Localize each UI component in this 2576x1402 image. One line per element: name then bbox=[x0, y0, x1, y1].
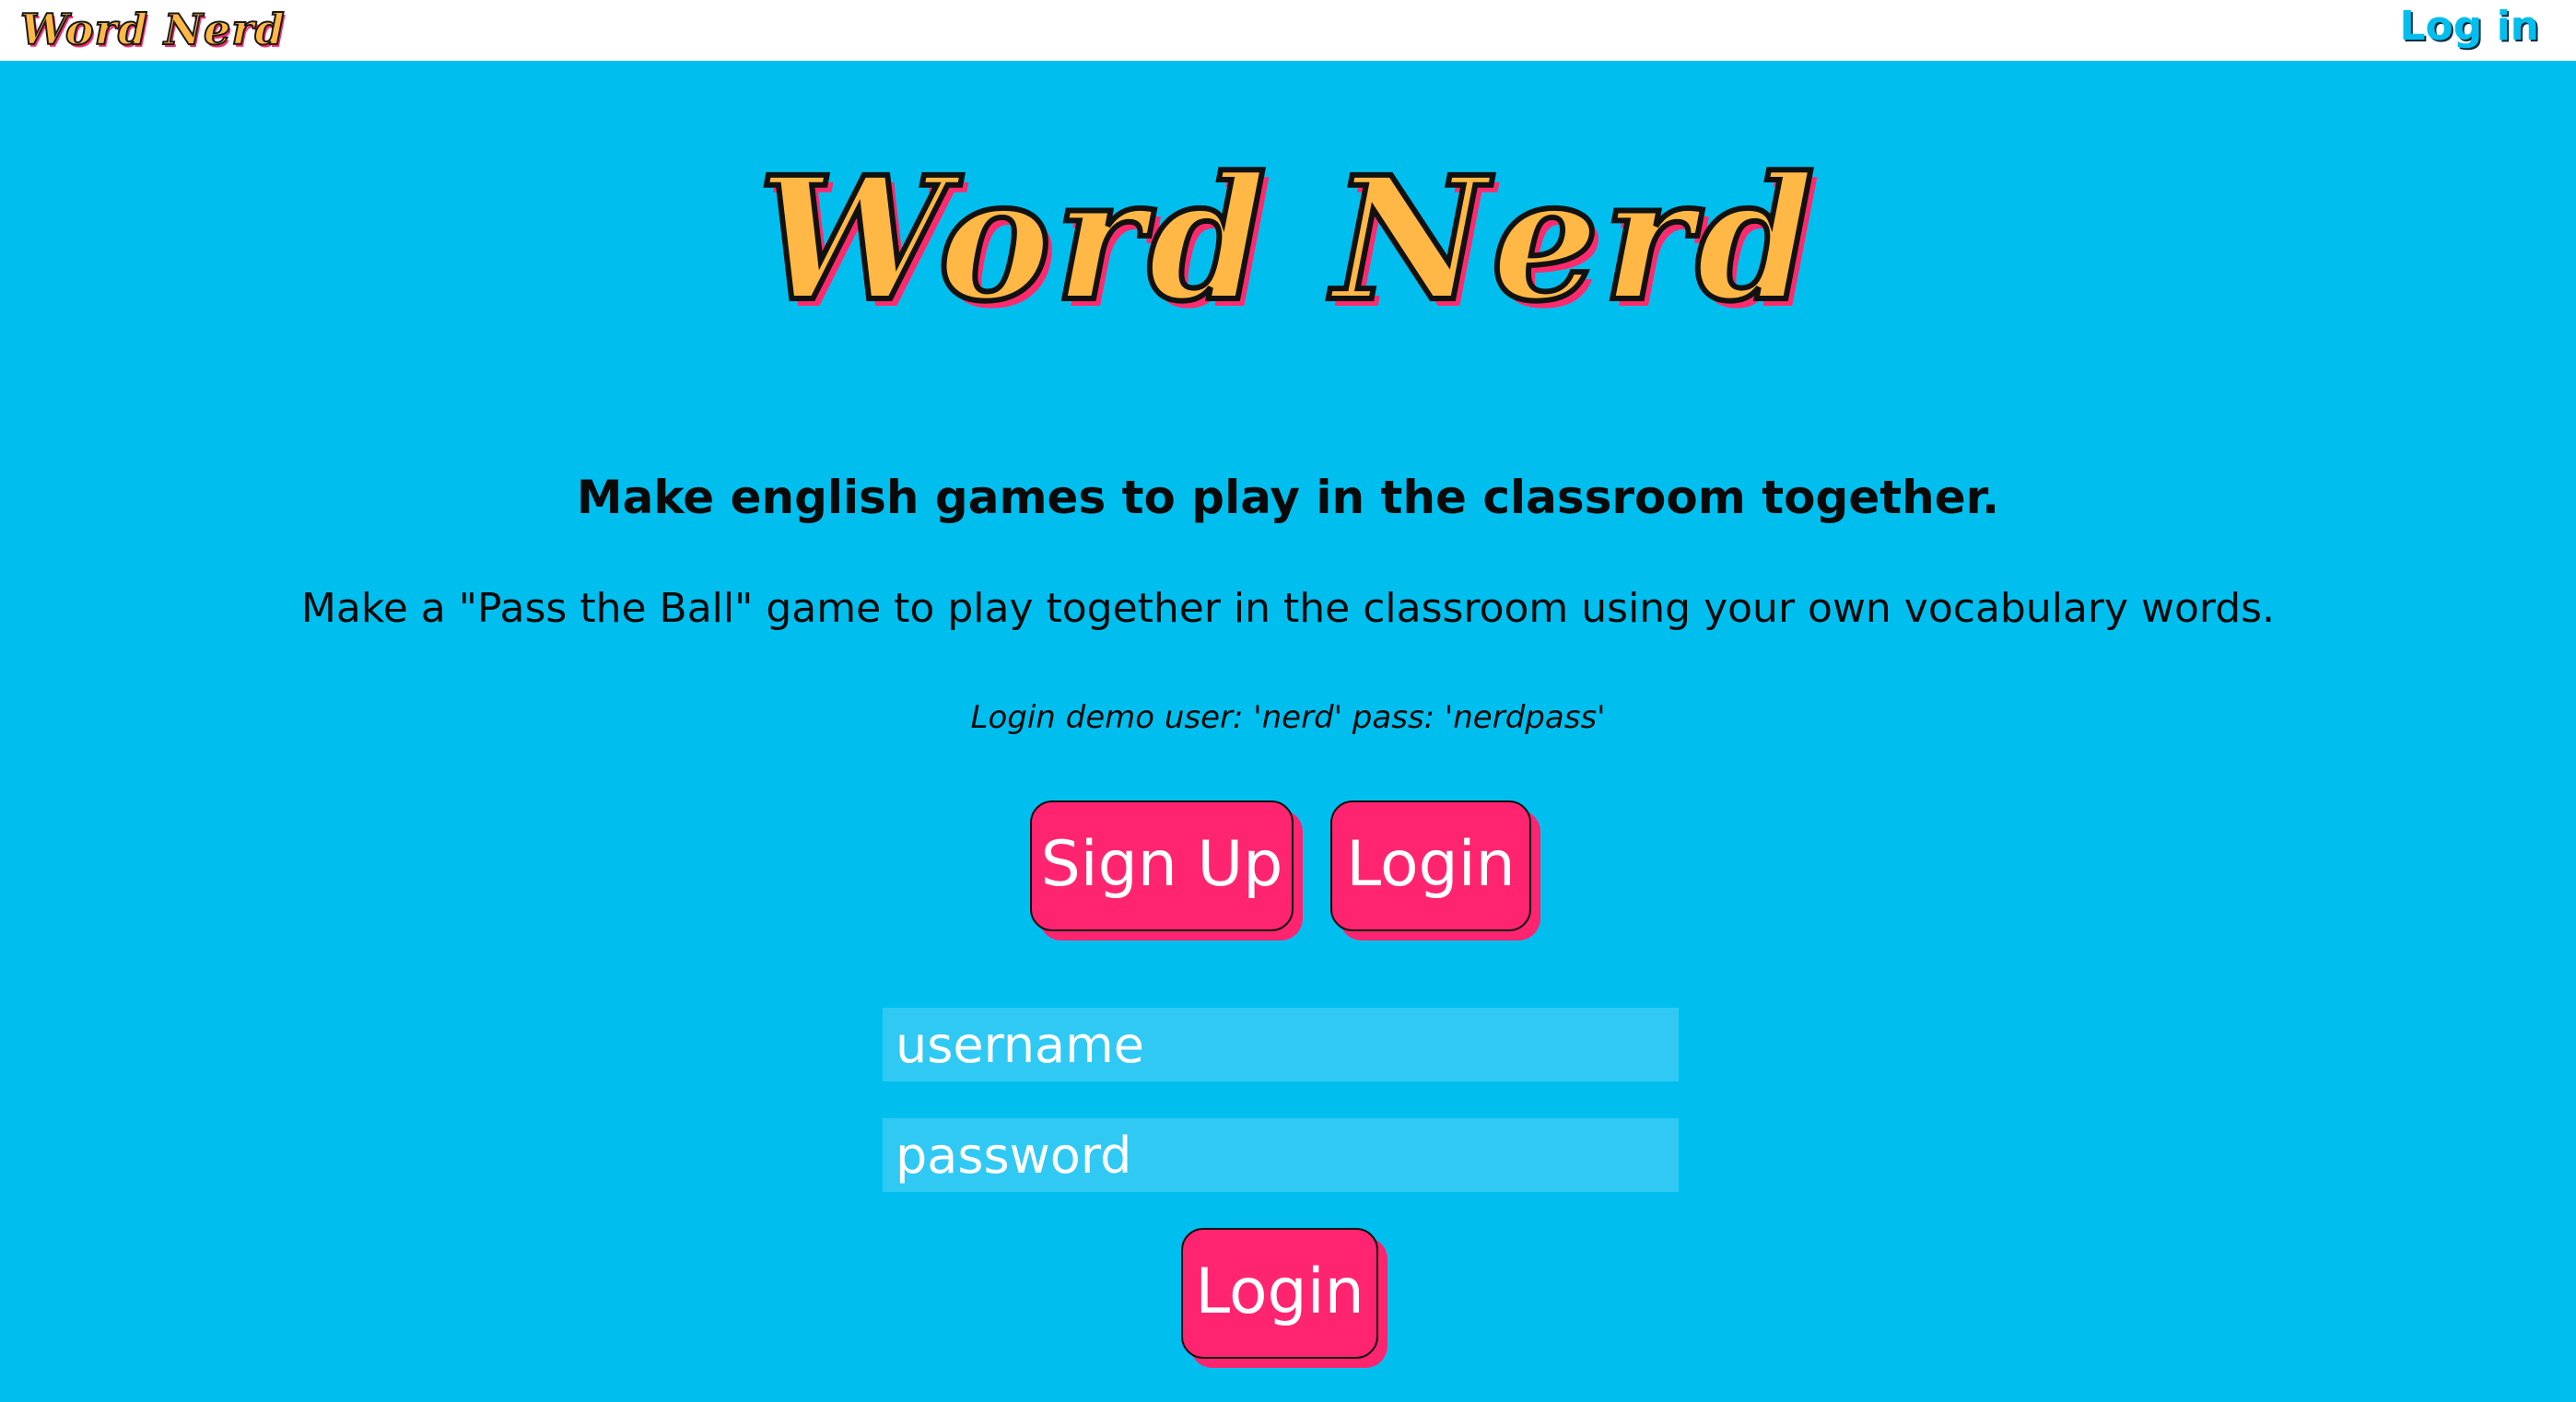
login-toggle-button[interactable]: Login bbox=[1330, 800, 1531, 931]
navbar-login-link[interactable]: Log in bbox=[2400, 0, 2540, 53]
login-submit-button[interactable]: Login bbox=[1181, 1228, 1378, 1359]
sign-up-button[interactable]: Sign Up bbox=[1030, 800, 1294, 931]
tagline: Make english games to play in the classr… bbox=[576, 471, 2000, 524]
username-input[interactable] bbox=[883, 1008, 1679, 1081]
top-navbar: Word Nerd Log in bbox=[0, 0, 2576, 61]
password-input[interactable] bbox=[883, 1118, 1679, 1192]
hero-title: Word Nerd bbox=[755, 137, 1819, 342]
demo-credentials-note: Login demo user: 'nerd' pass: 'nerdpass' bbox=[970, 699, 1606, 736]
description: Make a "Pass the Ball" game to play toge… bbox=[300, 585, 2276, 632]
navbar-logo[interactable]: Word Nerd bbox=[19, 2, 286, 57]
